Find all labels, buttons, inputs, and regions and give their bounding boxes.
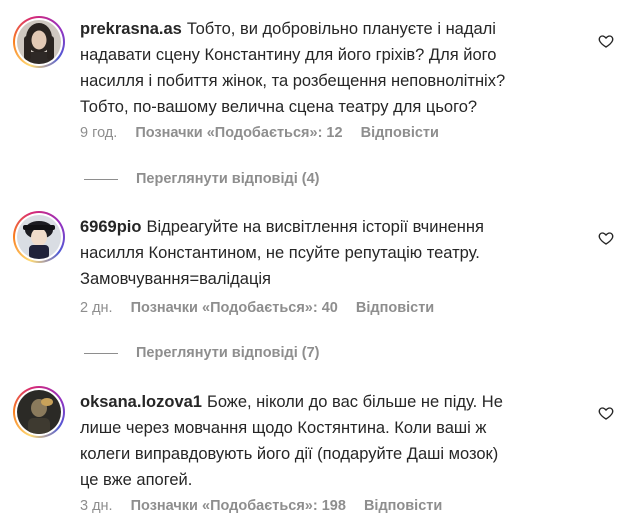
likes-count[interactable]: Позначки «Подобається»: 12 [135, 125, 342, 141]
comment-line: Боже, ніколи до вас більше не піду. Не [206, 393, 503, 411]
profile-photo-dark-icon [17, 390, 61, 434]
divider-line [84, 352, 118, 354]
comment-text: 6969pio Відреагуйте на висвітлення історі… [80, 214, 580, 292]
comment-meta: 2 дн. Позначки «Подобається»: 40 Відпові… [80, 300, 448, 316]
likes-count[interactable]: Позначки «Подобається»: 198 [131, 498, 346, 514]
reply-button[interactable]: Відповісти [361, 125, 439, 141]
profile-photo-woman-icon [17, 20, 61, 64]
comment-line: Тобто, по-вашому велична сцена театру дл… [80, 98, 478, 116]
view-replies-button[interactable]: Переглянути відповіді (7) [84, 345, 320, 361]
comment-username[interactable]: prekrasna.as [80, 20, 182, 38]
comment-username[interactable]: 6969pio [80, 218, 141, 236]
comment-line: це вже апогей. [80, 471, 193, 489]
comment-line: лише через мовчання щодо Костянтина. Кол… [80, 419, 487, 437]
comment-time: 2 дн. [80, 300, 113, 316]
view-replies-label: Переглянути відповіді (4) [136, 171, 320, 187]
view-replies-label: Переглянути відповіді (7) [136, 345, 320, 361]
comment-time: 9 год. [80, 125, 118, 141]
reply-button[interactable]: Відповісти [364, 498, 442, 514]
comment-text: prekrasna.as Тобто, ви добровільно планує… [80, 16, 580, 120]
avatar[interactable] [13, 386, 65, 438]
comment-line: насилля і побиття жінок, та розбещення н… [80, 72, 506, 90]
comment-time: 3 дн. [80, 498, 113, 514]
reply-button[interactable]: Відповісти [356, 300, 434, 316]
comment-meta: 9 год. Позначки «Подобається»: 12 Відпов… [80, 125, 453, 141]
comment-line: Тобто, ви добровільно плануєте і надалі [186, 20, 496, 38]
comment-text: oksana.lozova1 Боже, ніколи до вас більше… [80, 389, 580, 493]
comment-line: надавати сцену Константину для його гріх… [80, 46, 497, 64]
view-replies-button[interactable]: Переглянути відповіді (4) [84, 171, 320, 187]
comment-line: колеги виправдовують його дії (подаруйте… [80, 445, 499, 463]
avatar[interactable] [13, 16, 65, 68]
comment-line: насилля Константином, не псуйте репутаці… [80, 244, 480, 262]
divider-line [84, 178, 118, 180]
comment-meta: 3 дн. Позначки «Подобається»: 198 Відпов… [80, 498, 456, 514]
heart-icon[interactable] [598, 405, 614, 421]
profile-photo-character-icon [17, 215, 61, 259]
likes-count[interactable]: Позначки «Подобається»: 40 [131, 300, 338, 316]
comment-username[interactable]: oksana.lozova1 [80, 393, 202, 411]
heart-icon[interactable] [598, 230, 614, 246]
comment-line: Замовчування=валідація [80, 270, 271, 288]
comment-line: Відреагуйте на висвітлення історії вчине… [146, 218, 484, 236]
avatar[interactable] [13, 211, 65, 263]
heart-icon[interactable] [598, 33, 614, 49]
